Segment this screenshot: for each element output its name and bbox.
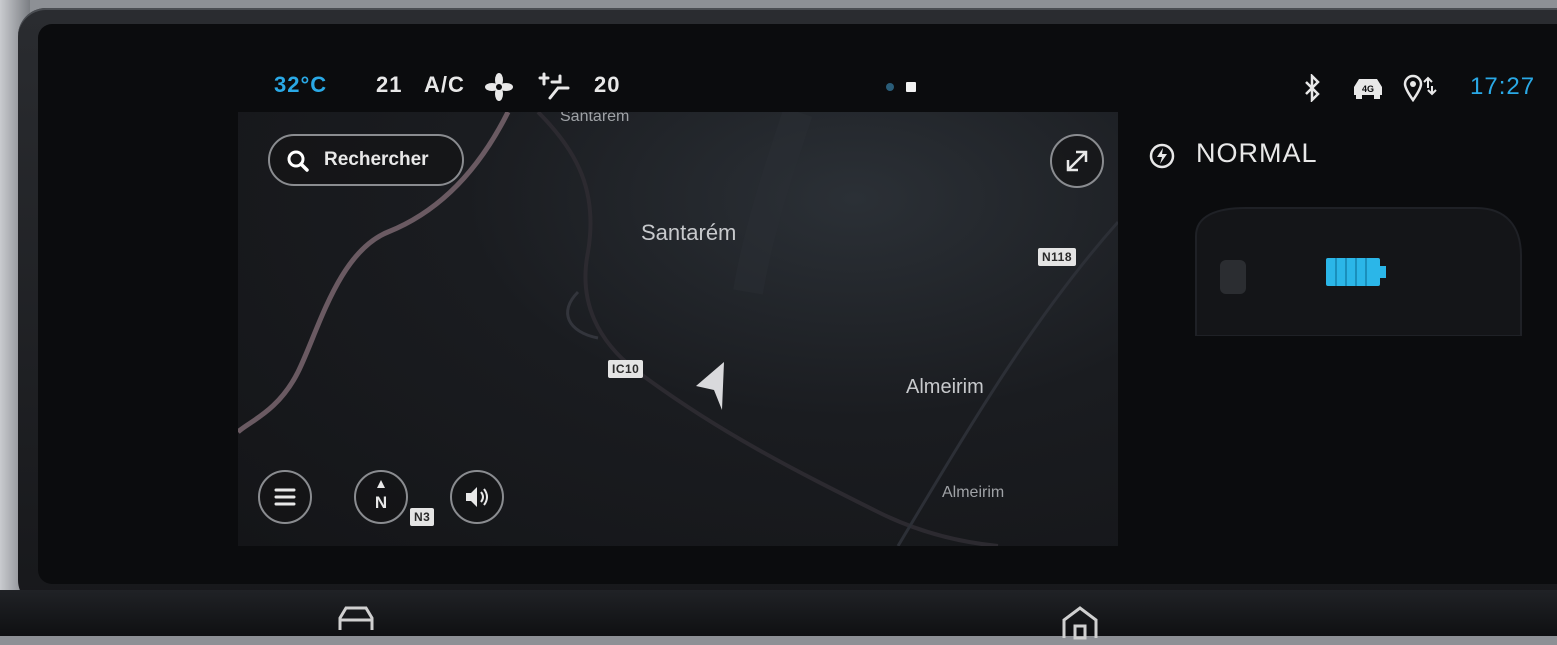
map-label-almeirim: Almeirim	[906, 376, 984, 398]
bluetooth-icon	[1302, 72, 1322, 107]
guidance-volume-button[interactable]	[450, 470, 504, 524]
vehicle-battery-graphic	[1176, 196, 1526, 341]
passenger-temperature[interactable]: 20	[594, 72, 620, 98]
fan-icon[interactable]	[484, 72, 514, 107]
driver-temperature[interactable]: 21	[376, 72, 402, 98]
dashboard-console	[0, 590, 1557, 636]
car-4g-icon: 4G	[1350, 75, 1386, 106]
air-flow-seat-icon[interactable]	[538, 72, 572, 107]
vehicle-position-arrow	[694, 362, 734, 417]
drive-mode-icon	[1148, 142, 1176, 177]
search-button[interactable]: Rechercher	[268, 134, 464, 186]
clock: 17:27	[1470, 73, 1536, 100]
svg-text:N: N	[375, 493, 387, 512]
home-icon[interactable]	[1058, 604, 1102, 645]
compass-button[interactable]: N	[354, 470, 408, 524]
car-icon[interactable]	[334, 600, 378, 641]
map-label-santarem-top: Santarém	[560, 112, 630, 125]
map-label-almeirim-small: Almeirim	[942, 484, 1005, 501]
battery-icon	[1326, 258, 1380, 286]
menu-icon	[274, 488, 296, 506]
navigation-map[interactable]: Santarém Santarém Almeirim Almeirim N118…	[238, 112, 1118, 546]
road-badge-ic10: IC10	[608, 360, 644, 378]
road-badge-n3: N3	[410, 508, 435, 526]
page-indicator-dot	[886, 83, 894, 91]
page-indicator-active	[906, 82, 916, 92]
volume-icon	[466, 487, 488, 507]
expand-map-button[interactable]	[1050, 134, 1104, 188]
svg-text:4G: 4G	[1362, 84, 1374, 94]
location-share-icon	[1402, 74, 1438, 107]
ac-button[interactable]: A/C	[424, 72, 465, 98]
road-badge-n118: N118	[1038, 248, 1077, 266]
map-label-santarem: Santarém	[641, 220, 737, 245]
map-menu-button[interactable]	[258, 470, 312, 524]
exterior-temperature: 32°C	[274, 72, 328, 97]
drive-mode-label: NORMAL	[1196, 138, 1318, 168]
compass-north-icon: N	[375, 480, 387, 512]
expand-icon	[1066, 150, 1088, 172]
search-icon	[286, 149, 310, 179]
search-label: Rechercher	[324, 149, 429, 170]
